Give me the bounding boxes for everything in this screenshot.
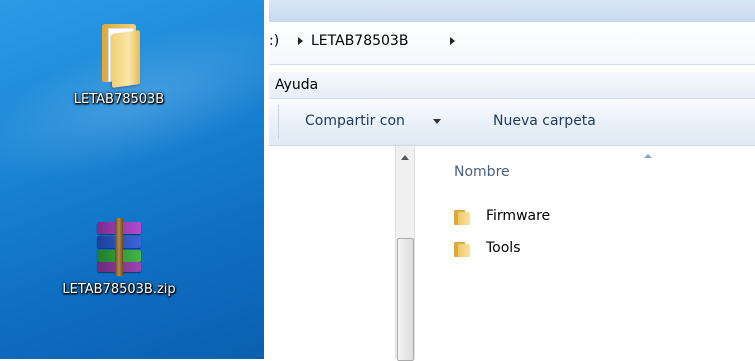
navigation-pane[interactable] [269, 146, 395, 359]
column-header-name[interactable]: Nombre [454, 164, 510, 180]
list-item-name: Firmware [486, 208, 551, 224]
desktop-icon-zip[interactable]: LETAB78503B.zip [39, 218, 199, 297]
desktop: LETAB78503B LETAB78503B.zip [0, 0, 264, 359]
command-bar: Compartir con Nueva carpeta [269, 99, 755, 146]
winrar-archive-icon [93, 218, 145, 276]
file-list[interactable]: Nombre Firmware Tools [415, 146, 755, 359]
new-folder-button[interactable]: Nueva carpeta [493, 113, 596, 129]
desktop-icon-folder[interactable]: LETAB78503B [39, 24, 199, 107]
breadcrumb-drive[interactable]: :) [269, 33, 279, 49]
address-bar[interactable]: :) LETAB78503B [269, 22, 755, 65]
share-with-button[interactable]: Compartir con [305, 113, 405, 129]
scroll-up-icon[interactable] [401, 155, 409, 160]
folder-icon [454, 209, 470, 225]
list-item-name: Tools [486, 240, 521, 256]
scrollbar-thumb[interactable] [397, 238, 414, 361]
explorer-window: :) LETAB78503B Ayuda Compartir con Nueva… [269, 0, 755, 361]
navigation-scrollbar[interactable] [395, 146, 415, 361]
menu-help[interactable]: Ayuda [275, 77, 318, 93]
chevron-down-icon[interactable] [433, 119, 441, 124]
desktop-icon-label: LETAB78503B [73, 92, 165, 107]
desktop-icon-label: LETAB78503B.zip [62, 282, 176, 297]
folder-icon [454, 241, 470, 257]
breadcrumb-chevron-icon[interactable] [450, 37, 455, 45]
breadcrumb-chevron-icon[interactable] [298, 37, 303, 45]
sort-ascending-icon [644, 154, 652, 158]
toolbar-separator [278, 105, 279, 139]
breadcrumb-folder[interactable]: LETAB78503B [311, 33, 408, 49]
folder-icon [94, 24, 144, 88]
title-bar [269, 0, 755, 22]
menu-bar: Ayuda [269, 72, 755, 99]
